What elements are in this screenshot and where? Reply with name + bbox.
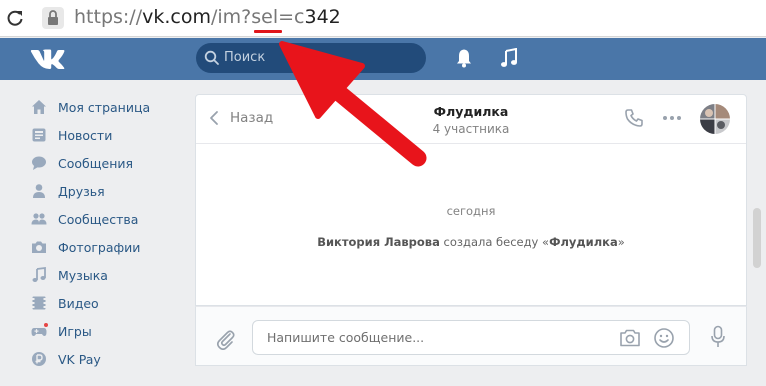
- emoji-icon[interactable]: [653, 327, 675, 349]
- phone-icon[interactable]: [624, 108, 644, 128]
- sidebar-item-news[interactable]: Новости: [28, 121, 188, 149]
- event-chat-name: Флудилка: [549, 235, 618, 249]
- news-icon: [32, 128, 46, 142]
- event-author-link[interactable]: Виктория Лаврова: [317, 235, 440, 249]
- chat-panel: Назад Флудилка 4 участника сегодня Викто…: [195, 94, 747, 306]
- camera-icon[interactable]: [619, 328, 641, 348]
- chevron-left-icon: [210, 111, 218, 125]
- music-icon: [32, 267, 46, 282]
- sidebar-item-label: VK Pay: [58, 351, 101, 367]
- message-box: [252, 320, 690, 355]
- communities-icon: [31, 213, 47, 225]
- chat-members-count[interactable]: 4 участника: [396, 122, 546, 136]
- sidebar-item-photos[interactable]: Фотографии: [28, 233, 188, 261]
- url-path: /im?sel=c: [210, 6, 305, 28]
- reload-icon[interactable]: [6, 9, 24, 27]
- sidebar-item-video[interactable]: Видео: [28, 289, 188, 317]
- paperclip-icon[interactable]: [214, 326, 236, 350]
- date-divider: сегодня: [446, 204, 496, 218]
- message-composer: [195, 306, 747, 366]
- sidebar-item-games[interactable]: Игры: [28, 317, 188, 345]
- url-highlight-underline: [254, 30, 282, 33]
- video-icon: [32, 296, 46, 310]
- url-host: vk.com: [142, 6, 211, 28]
- sidebar-item-label: Новости: [58, 127, 113, 143]
- sidebar-item-communities[interactable]: Сообщества: [28, 205, 188, 233]
- bell-icon[interactable]: [455, 48, 473, 68]
- sidebar-item-label: Моя страница: [58, 99, 151, 115]
- sidebar-item-label: Фотографии: [58, 239, 141, 255]
- sidebar-item-label: Сообщества: [58, 211, 139, 227]
- service-message: Виктория Лаврова создала беседу «Флудилк…: [196, 235, 746, 249]
- url-field[interactable]: https://vk.com/im?sel=c342: [74, 5, 341, 29]
- search-box[interactable]: Поиск: [196, 43, 426, 73]
- sidebar-item-messages[interactable]: Сообщения: [28, 149, 188, 177]
- home-icon: [32, 100, 46, 114]
- search-placeholder: Поиск: [224, 50, 266, 65]
- music-note-icon[interactable]: [500, 48, 518, 68]
- sidebar-item-label: Игры: [58, 323, 92, 339]
- sidebar-item-label: Видео: [58, 295, 99, 311]
- microphone-icon[interactable]: [710, 325, 726, 349]
- url-protocol: https://: [74, 6, 143, 28]
- sidebar-item-music[interactable]: Музыка: [28, 261, 188, 289]
- sidebar-item-my-page[interactable]: Моя страница: [28, 93, 188, 121]
- sidebar-item-label: Сообщения: [58, 155, 134, 171]
- friend-icon: [33, 184, 45, 198]
- event-end: »: [617, 235, 625, 249]
- vk-logo-icon[interactable]: [30, 46, 66, 72]
- browser-address-bar: https://vk.com/im?sel=c342: [0, 0, 766, 37]
- chat-title[interactable]: Флудилка: [396, 104, 546, 119]
- vkpay-icon: [32, 352, 46, 366]
- messages-icon: [32, 156, 46, 170]
- left-sidebar: Моя страница Новости Сообщения Друзья Со…: [28, 93, 188, 373]
- back-button[interactable]: Назад: [208, 107, 273, 129]
- notification-dot: [43, 322, 49, 328]
- top-header: Поиск: [0, 38, 766, 80]
- message-input[interactable]: [253, 321, 613, 354]
- sidebar-item-vkpay[interactable]: VK Pay: [28, 345, 188, 373]
- url-chat-id: 342: [304, 6, 341, 28]
- sidebar-item-label: Музыка: [58, 267, 108, 283]
- page-scrollbar[interactable]: [753, 208, 761, 268]
- search-icon: [204, 50, 219, 65]
- site-info-icon[interactable]: [42, 7, 64, 29]
- more-options-icon[interactable]: [661, 110, 683, 126]
- camera-icon: [32, 241, 46, 253]
- sidebar-item-label: Друзья: [58, 183, 105, 199]
- sidebar-item-friends[interactable]: Друзья: [28, 177, 188, 205]
- event-text: создала беседу «: [439, 235, 550, 249]
- chat-header: Назад Флудилка 4 участника: [196, 95, 746, 144]
- back-label: Назад: [230, 110, 274, 126]
- chat-avatar[interactable]: [700, 104, 730, 134]
